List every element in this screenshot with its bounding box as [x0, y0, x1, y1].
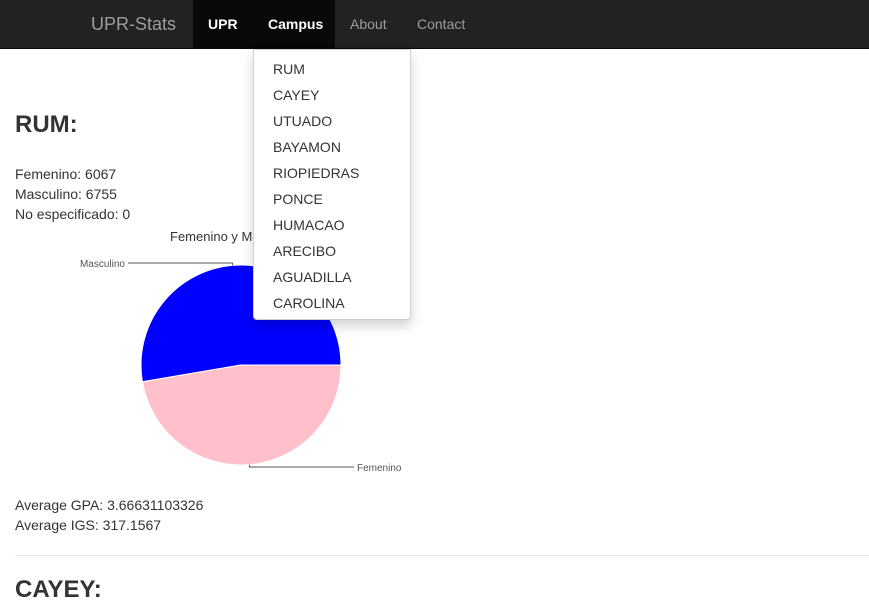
section-divider	[15, 555, 869, 556]
dropdown-item-carolina[interactable]: CAROLINA	[254, 290, 410, 316]
section-heading-cayey: CAYEY:	[15, 576, 102, 603]
brand-link[interactable]: UPR-Stats	[91, 13, 176, 35]
stat-masculino: Masculino: 6755	[15, 186, 117, 202]
pie-label-femenino: Femenino	[357, 463, 402, 474]
nav-contact[interactable]: Contact	[402, 0, 480, 49]
nav-upr[interactable]: UPR	[193, 0, 253, 49]
dropdown-item-humacao[interactable]: HUMACAO	[254, 212, 410, 238]
dropdown-item-bayamon[interactable]: BAYAMON	[254, 134, 410, 160]
dropdown-item-ponce[interactable]: PONCE	[254, 186, 410, 212]
stat-femenino: Femenino: 6067	[15, 166, 117, 182]
nav-campus[interactable]: Campus	[253, 0, 335, 49]
pie-label-line-masculino	[128, 262, 234, 266]
stat-average-igs: Average IGS: 317.1567	[15, 517, 162, 533]
dropdown-item-arecibo[interactable]: ARECIBO	[254, 238, 410, 264]
dropdown-item-riopiedras[interactable]: RIOPIEDRAS	[254, 160, 410, 186]
nav-about[interactable]: About	[335, 0, 402, 49]
pie-label-line-femenino	[248, 464, 354, 468]
pie-label-masculino: Masculino	[80, 259, 125, 270]
campus-dropdown-menu: RUM CAYEY UTUADO BAYAMON RIOPIEDRAS PONC…	[253, 49, 411, 320]
dropdown-item-cayey[interactable]: CAYEY	[254, 82, 410, 108]
chart-title: Femenino y M	[170, 229, 252, 244]
pie-slice-femenino	[141, 364, 342, 466]
section-heading-rum: RUM:	[15, 111, 78, 138]
stat-average-gpa: Average GPA: 3.66631103326	[15, 497, 204, 513]
dropdown-item-aguadilla[interactable]: AGUADILLA	[254, 264, 410, 290]
dropdown-item-rum[interactable]: RUM	[254, 56, 410, 82]
navbar: UPR-Stats UPR Campus About Contact	[0, 0, 869, 49]
stat-no-especificado: No especificado: 0	[15, 206, 131, 222]
dropdown-item-utuado[interactable]: UTUADO	[254, 108, 410, 134]
